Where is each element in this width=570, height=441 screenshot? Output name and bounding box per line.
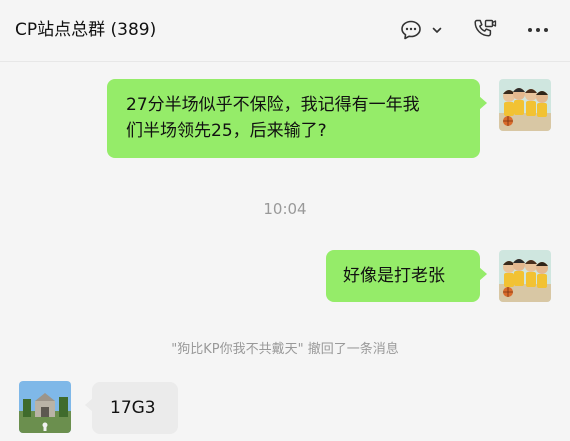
chat-history-button[interactable]: [398, 14, 424, 46]
message-text: 17G3: [110, 398, 156, 418]
chat-menu-dropdown[interactable]: [429, 14, 445, 46]
bubble-tail: [479, 96, 487, 110]
recall-notice: "狗比KP你我不共戴天" 撤回了一条消息: [171, 342, 399, 357]
bubble-tail: [479, 267, 487, 281]
message-text-line: 们半场领先25，后来输了?: [126, 121, 327, 141]
outgoing-message-bubble[interactable]: 好像是打老张: [326, 250, 480, 302]
message-text-line: 27分半场似乎不保险，我记得有一年我: [126, 95, 420, 115]
message-text: 好像是打老张: [343, 266, 445, 286]
more-options-button[interactable]: [524, 14, 552, 46]
outgoing-message-bubble[interactable]: 27分半场似乎不保险，我记得有一年我 们半场领先25，后来输了?: [107, 79, 480, 158]
incoming-message-bubble[interactable]: 17G3: [92, 382, 178, 434]
chevron-down-icon: [431, 24, 443, 36]
video-call-icon: [471, 17, 497, 43]
my-avatar[interactable]: [499, 250, 551, 302]
sender-avatar[interactable]: [19, 381, 71, 433]
chat-title: CP站点总群 (389): [15, 20, 157, 40]
message-list[interactable]: 27分半场似乎不保险，我记得有一年我 们半场领先25，后来输了? 10:04 好…: [0, 62, 570, 441]
more-icon: [526, 26, 550, 34]
voice-video-call-button[interactable]: [470, 14, 498, 46]
chat-header: CP站点总群 (389): [0, 0, 570, 62]
my-avatar[interactable]: [499, 79, 551, 131]
chat-bubble-icon: [399, 18, 423, 42]
message-timestamp: 10:04: [263, 200, 307, 218]
